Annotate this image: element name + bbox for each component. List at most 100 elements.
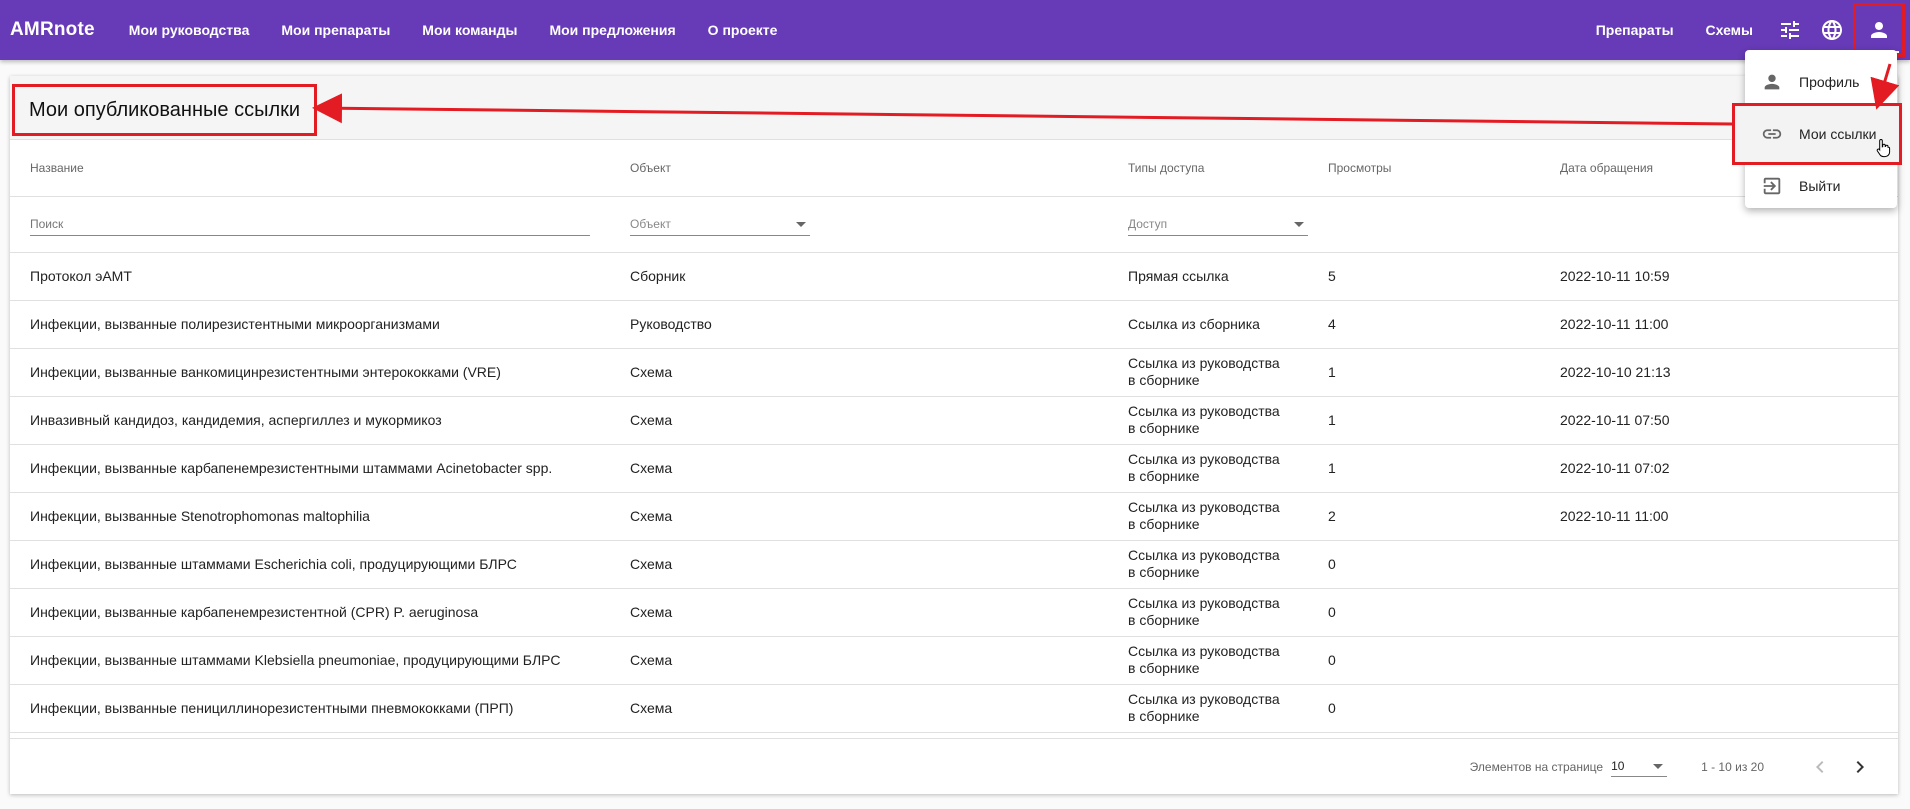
cell-date: 2022-10-11 07:50 xyxy=(1540,396,1898,445)
top-app-bar: AMRnote Мои руководства Мои препараты Мо… xyxy=(0,0,1910,60)
table-row[interactable]: Инфекции, вызванные ванкомицинрезистентн… xyxy=(10,348,1898,397)
cell-object: Схема xyxy=(610,540,1108,589)
cell-object: Схема xyxy=(610,444,1108,493)
column-header-object[interactable]: Объект xyxy=(610,140,1108,197)
cell-date: 2022-10-10 21:13 xyxy=(1540,348,1898,397)
cell-views: 1 xyxy=(1308,348,1540,397)
column-header-name[interactable]: Название xyxy=(10,140,610,197)
table-row[interactable]: Инфекции, вызванные полирезистентными ми… xyxy=(10,300,1898,349)
nav-my-suggestions[interactable]: Мои предложения xyxy=(533,0,691,60)
column-header-access[interactable]: Типы доступа xyxy=(1108,140,1308,197)
cell-access: Ссылка из руководства в сборнике xyxy=(1108,588,1308,637)
cell-views: 0 xyxy=(1308,540,1540,589)
chevron-down-icon xyxy=(1294,221,1304,227)
table-row[interactable]: Инфекции, вызванные карбапенемрезистентн… xyxy=(10,588,1898,637)
card-header: Мои опубликованные ссылки xyxy=(10,76,1898,140)
cell-views: 4 xyxy=(1308,300,1540,349)
table-row[interactable]: Инфекции, вызванные Stenotrophomonas mal… xyxy=(10,492,1898,541)
menu-item-label: Выйти xyxy=(1799,178,1841,194)
cell-access: Ссылка из руководства в сборнике xyxy=(1108,444,1308,493)
nav-schemes[interactable]: Схемы xyxy=(1690,22,1769,38)
table-row[interactable]: Инвазивный кандидоз, кандидемия, асперги… xyxy=(10,396,1898,445)
cell-date xyxy=(1540,636,1898,685)
cell-date xyxy=(1540,588,1898,637)
cell-name: Инвазивный кандидоз, кандидемия, асперги… xyxy=(10,396,610,445)
cell-object: Схема xyxy=(610,636,1108,685)
tune-icon[interactable] xyxy=(1770,10,1810,50)
cell-date: 2022-10-11 07:02 xyxy=(1540,444,1898,493)
cell-name: Инфекции, вызванные Stenotrophomonas mal… xyxy=(10,492,610,541)
table-row[interactable]: Инфекции, вызванные штаммами Klebsiella … xyxy=(10,636,1898,685)
search-input[interactable] xyxy=(30,212,590,236)
nav-drugs[interactable]: Препараты xyxy=(1580,22,1690,38)
page-title-highlight: Мои опубликованные ссылки xyxy=(12,84,318,136)
cell-object: Схема xyxy=(610,492,1108,541)
menu-item-profile[interactable]: Профиль xyxy=(1745,58,1897,106)
table-row[interactable]: Инфекции, вызванные штаммами Escherichia… xyxy=(10,540,1898,589)
cell-name: Инфекции, вызванные пенициллинорезистент… xyxy=(10,684,610,733)
cell-object: Схема xyxy=(610,588,1108,637)
user-menu-button[interactable] xyxy=(1853,3,1905,57)
table-header-row: Название Объект Типы доступа Просмотры Д… xyxy=(10,140,1898,197)
cell-views: 0 xyxy=(1308,588,1540,637)
cell-object: Руководство xyxy=(610,300,1108,349)
nav-my-drugs[interactable]: Мои препараты xyxy=(265,0,406,60)
cell-views: 1 xyxy=(1308,396,1540,445)
page-size-value: 10 xyxy=(1611,759,1625,773)
table-row[interactable]: Инфекции, вызванные карбапенемрезистентн… xyxy=(10,444,1898,493)
cell-date xyxy=(1540,540,1898,589)
cell-name: Инфекции, вызванные полирезистентными ми… xyxy=(10,300,610,349)
page-size-select[interactable]: 10 xyxy=(1611,756,1668,777)
cell-views: 2 xyxy=(1308,492,1540,541)
chevron-left-icon xyxy=(1816,760,1824,773)
cell-access: Ссылка из руководства в сборнике xyxy=(1108,684,1308,733)
cell-access: Ссылка из сборника xyxy=(1108,300,1308,349)
cell-date: 2022-10-11 10:59 xyxy=(1540,252,1898,301)
main-nav: Мои руководства Мои препараты Мои команд… xyxy=(113,0,794,60)
cell-object: Схема xyxy=(610,684,1108,733)
cell-access: Прямая ссылка xyxy=(1108,252,1308,301)
cell-views: 1 xyxy=(1308,444,1540,493)
cell-access: Ссылка из руководства в сборнике xyxy=(1108,396,1308,445)
chevron-right-icon xyxy=(1856,760,1864,773)
access-filter-placeholder: Доступ xyxy=(1128,216,1168,231)
cell-date: 2022-10-11 11:00 xyxy=(1540,492,1898,541)
cell-name: Инфекции, вызванные карбапенемрезистентн… xyxy=(10,588,610,637)
menu-item-my-links[interactable]: Мои ссылки xyxy=(1732,103,1902,165)
cell-views: 0 xyxy=(1308,636,1540,685)
links-card: Мои опубликованные ссылки Название Объек… xyxy=(10,76,1898,794)
cell-name: Инфекции, вызванные карбапенемрезистентн… xyxy=(10,444,610,493)
cell-date: 2022-10-11 11:00 xyxy=(1540,300,1898,349)
person-icon xyxy=(1764,74,1780,90)
links-table: Название Объект Типы доступа Просмотры Д… xyxy=(10,140,1898,733)
nav-my-guides[interactable]: Мои руководства xyxy=(113,0,266,60)
logout-icon xyxy=(1763,177,1781,195)
cell-date xyxy=(1540,684,1898,733)
cell-access: Ссылка из руководства в сборнике xyxy=(1108,492,1308,541)
table-row[interactable]: Протокол эАМТ Сборник Прямая ссылка 5 2022-1… xyxy=(10,252,1898,301)
chevron-down-icon xyxy=(796,221,806,227)
nav-my-teams[interactable]: Мои команды xyxy=(406,0,533,60)
brand-logo[interactable]: AMRnote xyxy=(10,19,95,41)
cell-name: Инфекции, вызванные ванкомицинрезистентн… xyxy=(10,348,610,397)
table-row[interactable]: Инфекции, вызванные пенициллинорезистент… xyxy=(10,684,1898,733)
cell-name: Протокол эАМТ xyxy=(10,252,610,301)
access-filter-select[interactable]: Доступ xyxy=(1128,213,1308,236)
globe-icon[interactable] xyxy=(1812,10,1852,50)
hand-cursor-icon xyxy=(1876,138,1891,158)
menu-item-label: Профиль xyxy=(1799,74,1860,90)
user-dropdown-menu: Профиль Мои ссылки Выйти xyxy=(1732,50,1902,210)
menu-item-logout[interactable]: Выйти xyxy=(1745,162,1897,210)
nav-about[interactable]: О проекте xyxy=(692,0,794,60)
page-range: 1 - 10 из 20 xyxy=(1701,759,1764,774)
column-header-views[interactable]: Просмотры xyxy=(1308,140,1540,197)
page-size-label: Элементов на странице xyxy=(1469,759,1604,774)
cell-object: Сборник xyxy=(610,252,1108,301)
link-icon xyxy=(1762,129,1782,139)
next-page-button[interactable] xyxy=(1840,747,1880,787)
object-filter-select[interactable]: Объект xyxy=(630,213,810,236)
cell-object: Схема xyxy=(610,348,1108,397)
cell-name: Инфекции, вызванные штаммами Klebsiella … xyxy=(10,636,610,685)
cell-access: Ссылка из руководства в сборнике xyxy=(1108,636,1308,685)
previous-page-button[interactable] xyxy=(1800,747,1840,787)
